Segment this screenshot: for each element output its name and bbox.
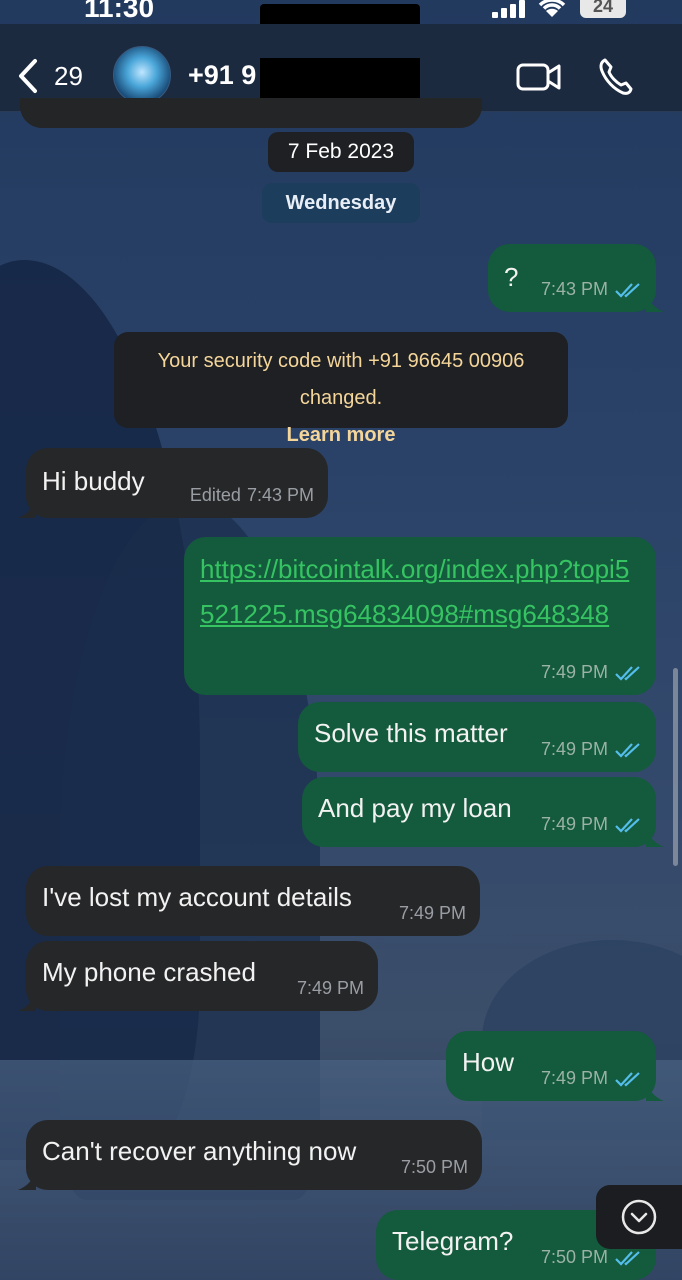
message-time: 7:50 PM — [400, 1157, 468, 1177]
message-bubble-out[interactable]: How 7:49 PM — [446, 1031, 664, 1101]
bubble-tail — [18, 993, 36, 1011]
message-meta: 7:49 PM — [541, 662, 642, 683]
message-time: 7:49 PM — [540, 662, 608, 682]
message-time: 7:49 PM — [296, 978, 364, 998]
phone-icon[interactable] — [597, 56, 633, 96]
message-time: 7:49 PM — [540, 739, 608, 759]
contact-avatar[interactable] — [113, 46, 171, 104]
scrollbar[interactable] — [673, 668, 678, 866]
edited-label: Edited — [189, 485, 241, 505]
message-bubble-out[interactable]: ? 7:43 PM — [488, 244, 664, 312]
message-time: 7:49 PM — [398, 903, 466, 923]
message-bubble-out[interactable]: https://bitcointalk.org/index.php?topi55… — [184, 537, 656, 695]
message-meta: 7:50 PM — [541, 1247, 642, 1268]
message-text: I've lost my account details — [42, 882, 352, 912]
message-meta: 7:43 PM — [541, 279, 642, 300]
message-meta: 7:50 PM — [401, 1157, 468, 1178]
date-separator: 7 Feb 2023 — [268, 132, 414, 172]
bubble-tail — [18, 500, 36, 518]
cellular-signal-icon — [492, 0, 526, 18]
message-meta: Edited 7:43 PM — [190, 485, 314, 506]
back-button[interactable]: 29 — [16, 56, 96, 96]
unread-count: 29 — [54, 60, 83, 91]
double-check-icon — [615, 1250, 640, 1266]
message-text: ? — [504, 262, 519, 292]
message-time: 7:49 PM — [540, 814, 608, 834]
message-bubble-in[interactable]: My phone crashed 7:49 PM — [18, 941, 378, 1011]
message-bubble-in[interactable]: I've lost my account details 7:49 PM — [26, 866, 480, 936]
message-text: My phone crashed — [42, 957, 256, 987]
message-meta: 7:49 PM — [541, 739, 642, 760]
message-time: 7:43 PM — [540, 279, 608, 299]
double-check-icon — [615, 742, 640, 758]
bubble-tail — [646, 294, 664, 312]
message-meta: 7:49 PM — [541, 814, 642, 835]
battery-icon: 24 — [580, 0, 626, 18]
message-time: 7:49 PM — [540, 1068, 608, 1088]
double-check-icon — [615, 1071, 640, 1087]
message-bubble-out[interactable]: And pay my loan 7:49 PM — [302, 777, 664, 847]
message-bubble-in[interactable]: Hi buddy Edited 7:43 PM — [18, 448, 328, 518]
bubble-tail — [646, 1083, 664, 1101]
security-code-notice: Your security code with +91 96645 00906 … — [114, 332, 568, 446]
message-time: 7:50 PM — [540, 1247, 608, 1267]
message-meta: 7:49 PM — [297, 978, 364, 999]
message-text: How — [462, 1047, 515, 1077]
previous-message-bubble — [20, 98, 482, 128]
double-check-icon — [615, 282, 640, 298]
message-text: And pay my loan — [318, 793, 512, 823]
message-meta: 7:49 PM — [399, 903, 466, 924]
double-check-icon — [615, 817, 640, 833]
status-time: 11:30 — [84, 0, 155, 23]
wifi-icon — [538, 0, 566, 17]
scroll-to-bottom-button[interactable] — [596, 1185, 682, 1249]
chevron-down-icon — [621, 1199, 657, 1235]
message-meta: 7:49 PM — [541, 1068, 642, 1089]
bubble-tail — [18, 1172, 36, 1190]
video-camera-icon[interactable] — [516, 60, 562, 94]
message-text: Telegram? — [392, 1226, 514, 1256]
message-text: Hi buddy — [42, 466, 145, 496]
status-bar: 11:30 24 — [0, 0, 682, 58]
bubble-tail — [646, 829, 664, 847]
chevron-left-icon — [19, 59, 37, 93]
message-text: Solve this matter — [314, 718, 508, 748]
contact-name[interactable]: +91 9 — [188, 60, 256, 91]
message-bubble-in[interactable]: Can't recover anything now 7:50 PM — [18, 1120, 482, 1190]
learn-more-link[interactable]: Learn more — [287, 424, 396, 446]
message-bubble-out[interactable]: Solve this matter 7:49 PM — [298, 702, 656, 772]
double-check-icon — [615, 665, 640, 681]
security-notice-text: Your security code with +91 96645 00906 … — [157, 350, 525, 409]
day-separator: Wednesday — [262, 183, 420, 223]
message-time: 7:43 PM — [246, 485, 314, 505]
message-text: Can't recover anything now — [42, 1136, 357, 1166]
